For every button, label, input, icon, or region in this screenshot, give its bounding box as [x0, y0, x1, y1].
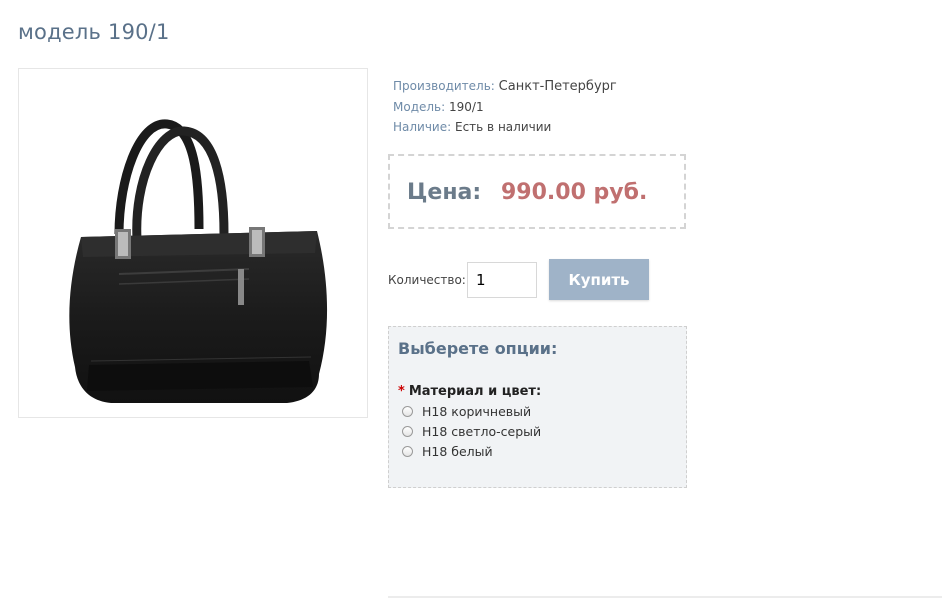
manufacturer-row: Производитель: Санкт-Петербург — [393, 76, 617, 97]
availability-row: Наличие: Есть в наличии — [393, 117, 617, 137]
model-row: Модель: 190/1 — [393, 97, 617, 117]
option-row-brown[interactable]: Н18 коричневый — [402, 402, 531, 420]
model-label: Модель: — [393, 100, 446, 114]
availability-label: Наличие: — [393, 120, 452, 134]
quantity-label: Количество: — [388, 273, 466, 287]
option-group-text: Материал и цвет: — [408, 384, 542, 399]
options-title: Выберете опции: — [398, 339, 558, 358]
price-value: 990.00 руб. — [501, 180, 648, 205]
option-label-brown: Н18 коричневый — [422, 403, 532, 419]
radio-brown[interactable] — [402, 405, 413, 417]
radio-white[interactable] — [402, 445, 413, 457]
option-row-light-grey[interactable]: Н18 светло-серый — [402, 422, 541, 440]
option-label-light-grey: Н18 светло-серый — [422, 423, 542, 439]
product-info: Производитель: Санкт-Петербург Модель: 1… — [393, 76, 617, 137]
option-group-label: * Материал и цвет: — [398, 384, 541, 399]
option-row-white[interactable]: Н18 белый — [402, 442, 493, 460]
page-title: модель 190/1 — [18, 20, 170, 44]
radio-light-grey[interactable] — [402, 425, 413, 437]
handbag-image — [69, 119, 328, 403]
price-label: Цена: — [407, 180, 482, 205]
option-label-white: Н18 белый — [422, 443, 493, 459]
product-image[interactable] — [18, 68, 368, 418]
availability-value: Есть в наличии — [455, 120, 552, 134]
footer-divider — [388, 596, 942, 598]
manufacturer-link[interactable]: Санкт-Петербург — [499, 79, 617, 94]
options-box: Выберете опции: * Материал и цвет: Н18 ко… — [388, 326, 687, 488]
price-box: Цена: 990.00 руб. — [388, 154, 686, 229]
model-value: 190/1 — [449, 100, 484, 114]
manufacturer-label: Производитель: — [393, 79, 495, 93]
required-mark: * — [398, 384, 405, 399]
quantity-input[interactable] — [467, 262, 537, 298]
buy-button[interactable]: Купить — [549, 259, 649, 300]
